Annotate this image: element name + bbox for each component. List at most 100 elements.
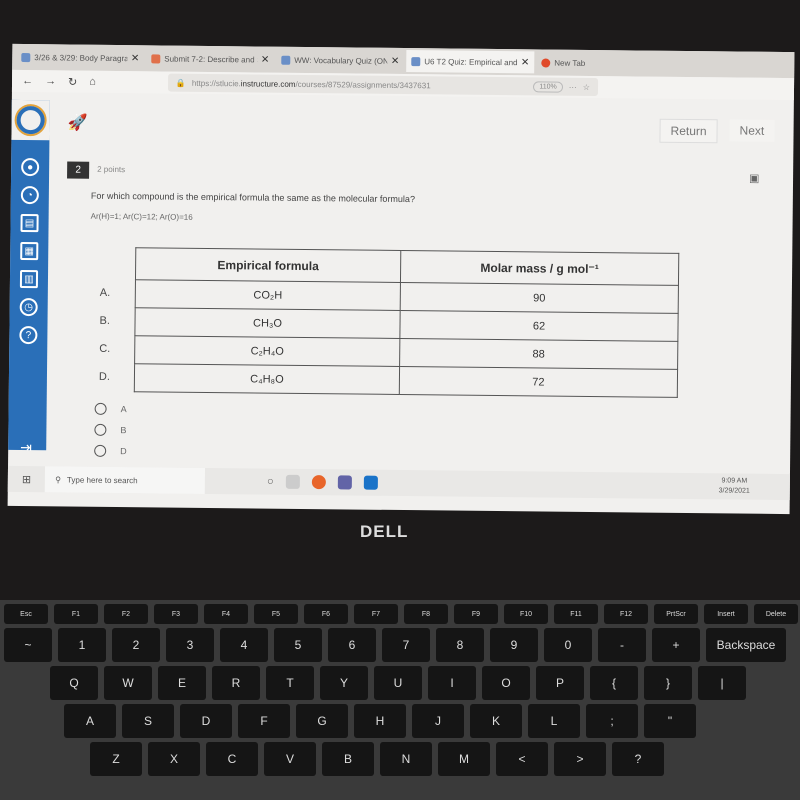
help-icon[interactable]: ? [19,326,38,345]
key[interactable]: F4 [204,604,248,624]
key[interactable]: F8 [404,604,448,624]
dashboard-icon[interactable]: ◔ [20,186,39,205]
key[interactable]: F1 [54,604,98,624]
key[interactable]: 7 [382,628,430,662]
cortana-icon[interactable]: ○ [267,476,274,488]
key[interactable]: 5 [274,628,322,662]
key[interactable]: X [148,742,200,776]
outlook-icon[interactable] [363,475,378,490]
answer-option-d[interactable]: D [94,444,127,457]
key[interactable]: F7 [354,604,398,624]
close-tab-icon[interactable]: ✕ [521,57,530,68]
key[interactable]: 0 [544,628,592,662]
key[interactable]: - [598,628,646,662]
key[interactable]: K [470,704,522,738]
key[interactable]: F11 [554,604,598,624]
reload-icon[interactable]: ↻ [68,75,77,88]
account-icon[interactable]: ● [21,158,40,177]
key[interactable]: F12 [604,604,648,624]
close-tab-icon[interactable]: ✕ [391,55,400,66]
key[interactable]: ~ [4,628,52,662]
browser-tab[interactable]: New Tab [536,51,664,74]
key[interactable]: F10 [504,604,548,624]
radio-button[interactable] [94,423,107,436]
key[interactable]: E [158,666,206,700]
key[interactable]: M [438,742,490,776]
windows-start-icon[interactable]: ⊞ [22,473,31,486]
key[interactable]: U [374,666,422,700]
task-view-icon[interactable] [285,474,300,489]
key[interactable]: Esc [4,604,48,624]
browser-tab[interactable]: Submit 7-2: Describe and Sol✕ [146,47,274,70]
key[interactable]: 1 [58,628,106,662]
key[interactable]: { [590,666,638,700]
rocket-icon[interactable]: 🚀 [68,113,88,133]
key[interactable]: Z [90,742,142,776]
browser-tab[interactable]: WW: Vocabulary Quiz (ONLY ✕ [276,49,404,72]
key[interactable]: T [266,666,314,700]
key[interactable]: D [180,704,232,738]
key[interactable]: > [554,742,606,776]
address-bar[interactable]: 🔒 https://stlucie.instructure.com/course… [167,73,598,97]
key[interactable]: F9 [454,604,498,624]
key[interactable]: 6 [328,628,376,662]
key[interactable]: 8 [436,628,484,662]
key[interactable]: B [322,742,374,776]
key[interactable]: F6 [304,604,348,624]
back-icon[interactable]: ← [22,75,33,87]
key[interactable]: W [104,666,152,700]
key[interactable]: Backspace [706,628,786,662]
bookmark-star-icon[interactable]: ☆ [583,82,590,91]
key[interactable]: F3 [154,604,198,624]
key[interactable]: Y [320,666,368,700]
answer-option-a[interactable]: A [94,402,127,415]
key[interactable]: Delete [754,604,798,624]
key[interactable]: ; [586,704,638,738]
key[interactable]: L [528,704,580,738]
canvas-logo[interactable] [11,99,50,141]
browser-tab-active[interactable]: U6 T2 Quiz: Empirical and M ✕ [406,50,535,74]
key[interactable]: } [644,666,692,700]
radio-button[interactable] [94,402,107,415]
system-clock[interactable]: 9:09 AM 3/29/2021 [719,476,750,496]
taskbar-search[interactable]: ⚲ Type here to search [44,466,206,494]
key[interactable]: 2 [112,628,160,662]
radio-button[interactable] [94,444,107,457]
key[interactable]: I [428,666,476,700]
key[interactable]: N [380,742,432,776]
key[interactable]: S [122,704,174,738]
key[interactable]: 3 [166,628,214,662]
browser-tab[interactable]: 3/26 & 3/29: Body Paragraph ✕ [16,46,144,69]
close-tab-icon[interactable]: ✕ [261,54,270,65]
key[interactable]: | [698,666,746,700]
return-button[interactable]: Return [659,118,718,144]
courses-icon[interactable]: ▤ [20,214,39,233]
key[interactable]: H [354,704,406,738]
collapse-nav-icon[interactable]: ⇥ [20,439,32,456]
zoom-level[interactable]: 110% [533,80,563,93]
key[interactable]: 9 [490,628,538,662]
key[interactable]: A [64,704,116,738]
next-button[interactable]: Next [729,119,775,142]
key[interactable]: PrtScr [654,604,698,624]
key[interactable]: G [296,704,348,738]
key[interactable]: Q [50,666,98,700]
key[interactable]: Insert [704,604,748,624]
firefox-icon[interactable] [311,475,326,490]
calendar-icon[interactable]: ▦ [20,242,39,261]
key[interactable]: + [652,628,700,662]
close-tab-icon[interactable]: ✕ [131,53,140,64]
calculator-icon[interactable]: ▣ [749,172,760,185]
history-icon[interactable]: ◷ [19,298,38,317]
key[interactable]: 4 [220,628,268,662]
key[interactable]: F2 [104,604,148,624]
key[interactable]: P [536,666,584,700]
key[interactable]: O [482,666,530,700]
key[interactable]: R [212,666,260,700]
teams-icon[interactable] [337,475,352,490]
inbox-icon[interactable]: ▥ [19,270,39,289]
key[interactable]: F5 [254,604,298,624]
key[interactable]: " [644,704,696,738]
key[interactable]: J [412,704,464,738]
key[interactable]: F [238,704,290,738]
